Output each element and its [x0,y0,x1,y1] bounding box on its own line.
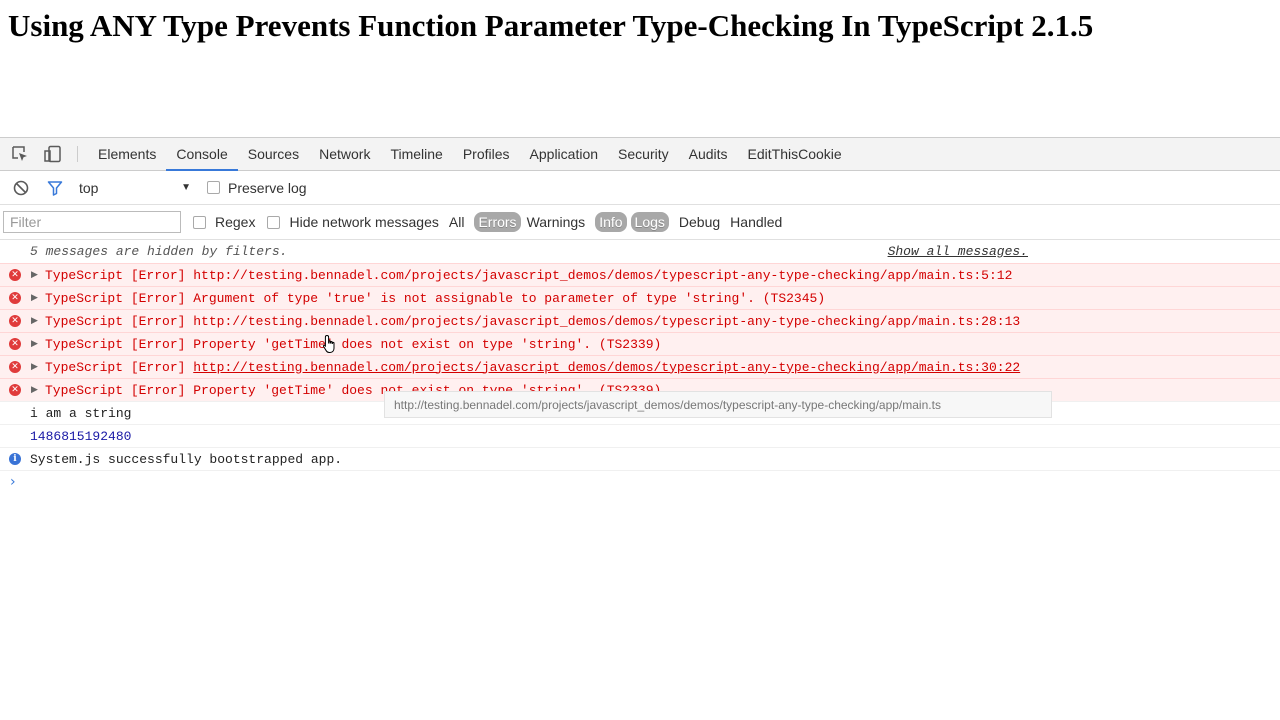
console-message-number[interactable]: 1486815192480 [0,424,1280,447]
device-toolbar-icon[interactable] [41,138,65,170]
expand-triangle-icon[interactable]: ▶ [31,316,38,326]
level-errors[interactable]: Errors [474,212,521,232]
console-messages: 5 messages are hidden by filters. Show a… [0,240,1280,493]
tab-sources[interactable]: Sources [238,138,309,170]
console-message-error[interactable]: ✕ ▶ TypeScript [Error] http://testing.be… [0,263,1280,286]
clear-console-icon[interactable] [11,178,31,198]
tab-timeline[interactable]: Timeline [380,138,452,170]
link-tooltip: http://testing.bennadel.com/projects/jav… [384,391,1052,418]
error-icon: ✕ [9,292,21,304]
devtools-panel: Elements Console Sources Network Timelin… [0,137,1280,720]
tab-profiles[interactable]: Profiles [453,138,520,170]
error-icon: ✕ [9,338,21,350]
message-body: Property 'getTime' does not exist on typ… [193,336,662,352]
filter-icon[interactable] [45,178,65,198]
console-message-error[interactable]: ✕ ▶ TypeScript [Error] http://testing.be… [0,355,1280,378]
hide-network-label: Hide network messages [289,214,439,230]
expand-triangle-icon[interactable]: ▶ [31,362,38,372]
message-prefix: TypeScript [Error] [45,336,194,352]
level-info[interactable]: Info [595,212,627,232]
tab-audits[interactable]: Audits [679,138,738,170]
source-link[interactable]: http://testing.bennadel.com/projects/jav… [193,314,1020,329]
tab-network[interactable]: Network [309,138,380,170]
mouse-cursor-icon [322,334,338,359]
console-message-error[interactable]: ✕ ▶ TypeScript [Error] http://testing.be… [0,309,1280,332]
console-context-bar: top ▼ Preserve log [0,171,1280,205]
message-prefix: TypeScript [Error] [45,313,194,329]
preserve-log-option[interactable]: Preserve log [207,180,307,196]
level-handled[interactable]: Handled [726,212,786,232]
source-link[interactable]: http://testing.bennadel.com/projects/jav… [193,360,1020,375]
message-text: TypeScript [Error] Argument of type 'tru… [45,291,825,306]
tab-editthiscookie[interactable]: EditThisCookie [738,138,852,170]
tabs-divider [77,146,78,162]
regex-option[interactable]: Regex [193,214,255,230]
expand-triangle-icon[interactable]: ▶ [31,293,38,303]
source-link[interactable]: http://testing.bennadel.com/projects/jav… [193,268,1012,283]
hide-network-checkbox[interactable] [267,215,281,229]
error-icon: ✕ [9,384,21,396]
console-prompt[interactable]: › [0,470,1280,493]
tab-console[interactable]: Console [166,138,239,171]
message-text: TypeScript [Error] Property 'getTime' do… [45,337,661,352]
console-message-error[interactable]: ✕ ▶ TypeScript [Error] Property 'getTime… [0,332,1280,355]
hidden-messages-notice: 5 messages are hidden by filters. Show a… [0,240,1280,263]
page-title: Using ANY Type Prevents Function Paramet… [8,8,1094,43]
console-message-error[interactable]: ✕ ▶ TypeScript [Error] Argument of type … [0,286,1280,309]
console-filter-bar: Regex Hide network messages All Errors W… [0,205,1280,240]
regex-checkbox[interactable] [193,215,206,229]
message-text: System.js successfully bootstrapped app. [30,451,343,467]
info-icon: i [9,453,21,465]
message-text: TypeScript [Error] http://testing.bennad… [45,314,1020,329]
console-message-info[interactable]: i System.js successfully bootstrapped ap… [0,447,1280,470]
context-selected-value: top [79,179,99,196]
message-prefix: TypeScript [Error] [45,267,194,283]
devtools-tabs-bar: Elements Console Sources Network Timelin… [0,138,1280,171]
context-selector[interactable]: top ▼ [79,180,191,196]
preserve-log-checkbox[interactable] [207,181,220,194]
expand-triangle-icon[interactable]: ▶ [31,270,38,280]
tab-security[interactable]: Security [608,138,679,170]
level-warnings[interactable]: Warnings [523,212,590,232]
message-prefix: TypeScript [Error] [45,290,194,306]
error-icon: ✕ [9,315,21,327]
prompt-chevron-icon: › [10,474,16,490]
message-prefix: TypeScript [Error] [45,359,194,375]
tab-elements[interactable]: Elements [88,138,166,170]
hide-network-option[interactable]: Hide network messages [267,214,439,230]
show-all-messages-link[interactable]: Show all messages. [888,244,1028,259]
filter-input[interactable] [3,211,181,233]
hidden-messages-text: 5 messages are hidden by filters. [30,244,288,259]
expand-triangle-icon[interactable]: ▶ [31,385,38,395]
level-logs[interactable]: Logs [630,212,669,232]
message-text: TypeScript [Error] http://testing.bennad… [45,360,1020,375]
regex-label: Regex [215,214,256,230]
message-text: i am a string [30,405,132,421]
error-icon: ✕ [9,269,21,281]
level-debug[interactable]: Debug [675,212,724,232]
inspect-element-icon[interactable] [8,138,32,170]
preserve-log-label: Preserve log [228,179,307,196]
level-all[interactable]: All [449,214,465,230]
error-icon: ✕ [9,361,21,373]
message-prefix: TypeScript [Error] [45,382,194,398]
tab-application[interactable]: Application [520,138,609,170]
message-body: Argument of type 'true' is not assignabl… [193,290,826,306]
chevron-down-icon: ▼ [181,182,191,193]
message-text: 1486815192480 [30,428,132,444]
expand-triangle-icon[interactable]: ▶ [31,339,38,349]
message-text: TypeScript [Error] http://testing.bennad… [45,268,1012,283]
